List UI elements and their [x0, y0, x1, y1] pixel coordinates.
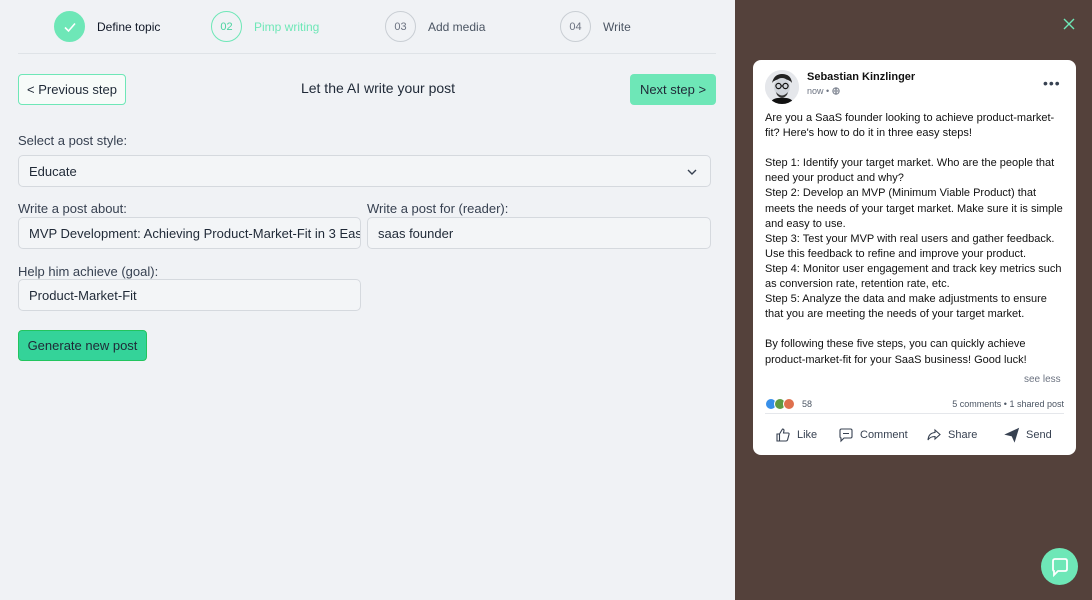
editor-panel: Define topic 02 Pimp writing 03 Add medi…: [0, 0, 735, 600]
send-label: Send: [1026, 429, 1052, 441]
comment-label: Comment: [860, 429, 908, 441]
step-add-media[interactable]: 03 Add media: [385, 11, 485, 42]
comment-button[interactable]: Comment: [838, 427, 908, 443]
post-time-text: now •: [807, 86, 830, 96]
comment-icon: [839, 428, 853, 443]
post-style-label: Select a post style:: [18, 133, 128, 148]
post-paragraph: Are you a SaaS founder looking to achiev…: [765, 112, 1055, 140]
post-style-value: Educate: [29, 163, 77, 179]
post-about-label: Write a post about:: [18, 201, 127, 216]
share-label: Share: [948, 429, 978, 441]
post-about-input[interactable]: MVP Development: Achieving Product-Marke…: [18, 217, 361, 249]
post-paragraph: Step 3: Test your MVP with real users an…: [765, 232, 1055, 260]
post-paragraph: Step 1: Identify your target market. Who…: [765, 157, 1055, 185]
step-number: 03: [385, 11, 416, 42]
stepper: Define topic 02 Pimp writing 03 Add medi…: [18, 0, 716, 54]
share-button[interactable]: Share: [926, 427, 977, 443]
chat-icon: [1051, 557, 1068, 577]
step-label: Write: [603, 19, 631, 34]
send-icon: [1004, 427, 1020, 443]
page-title: Let the AI write your post: [300, 80, 456, 96]
post-actions: Like Comment Share Send: [765, 427, 1064, 447]
engagement-stats[interactable]: 5 comments • 1 shared post: [952, 399, 1064, 409]
previous-step-button[interactable]: < Previous step: [18, 74, 126, 105]
post-paragraph: Step 5: Analyze the data and make adjust…: [765, 293, 1047, 321]
post-about-value: MVP Development: Achieving Product-Marke…: [29, 225, 361, 241]
see-less-link[interactable]: see less: [1024, 374, 1061, 385]
reactions-summary[interactable]: 58: [765, 398, 812, 410]
share-icon: [927, 428, 941, 441]
post-spacer: [765, 322, 1065, 337]
step-define-topic[interactable]: Define topic: [54, 11, 160, 42]
step-pimp-writing[interactable]: 02 Pimp writing: [211, 11, 319, 42]
goal-label: Help him achieve (goal):: [18, 264, 159, 279]
step-label: Pimp writing: [254, 19, 320, 34]
more-options-icon[interactable]: •••: [1043, 76, 1061, 90]
next-step-button[interactable]: Next step >: [630, 74, 716, 105]
globe-icon: [832, 87, 840, 95]
generate-post-button[interactable]: Generate new post: [18, 330, 147, 361]
post-paragraph: Step 2: Develop an MVP (Minimum Viable P…: [765, 187, 1063, 230]
divider: [765, 413, 1064, 414]
step-label: Add media: [428, 19, 486, 34]
post-paragraph: Step 4: Monitor user engagement and trac…: [765, 262, 1062, 291]
reader-input[interactable]: saas founder: [367, 217, 711, 249]
reader-value: saas founder: [378, 225, 454, 241]
step-number: 04: [560, 11, 591, 42]
post-time: now •: [807, 86, 840, 96]
step-label: Define topic: [97, 19, 161, 34]
thumbs-up-icon: [776, 428, 790, 442]
step-write[interactable]: 04 Write: [560, 11, 631, 42]
post-spacer: [765, 141, 1065, 156]
like-button[interactable]: Like: [775, 427, 817, 443]
reaction-count: 58: [802, 399, 813, 409]
step-number: 02: [211, 11, 242, 42]
chat-support-button[interactable]: [1041, 548, 1078, 585]
close-icon[interactable]: [1062, 17, 1076, 31]
goal-input[interactable]: Product-Market-Fit: [18, 279, 361, 311]
post-paragraph: By following these five steps, you can q…: [765, 338, 1027, 366]
goal-value: Product-Market-Fit: [29, 287, 137, 303]
post-style-select[interactable]: Educate: [18, 155, 711, 187]
chevron-down-icon: [687, 169, 697, 175]
like-label: Like: [797, 429, 818, 441]
checkmark-icon: [54, 11, 85, 42]
author-name[interactable]: Sebastian Kinzlinger: [807, 71, 915, 83]
post-preview-card: Sebastian Kinzlinger now • ••• Are you a…: [753, 60, 1076, 455]
send-button[interactable]: Send: [1004, 427, 1052, 443]
avatar: [765, 70, 799, 104]
post-body: Are you a SaaS founder looking to achiev…: [765, 111, 1065, 368]
reader-label: Write a post for (reader):: [367, 201, 509, 216]
love-reaction-icon: [783, 398, 795, 410]
